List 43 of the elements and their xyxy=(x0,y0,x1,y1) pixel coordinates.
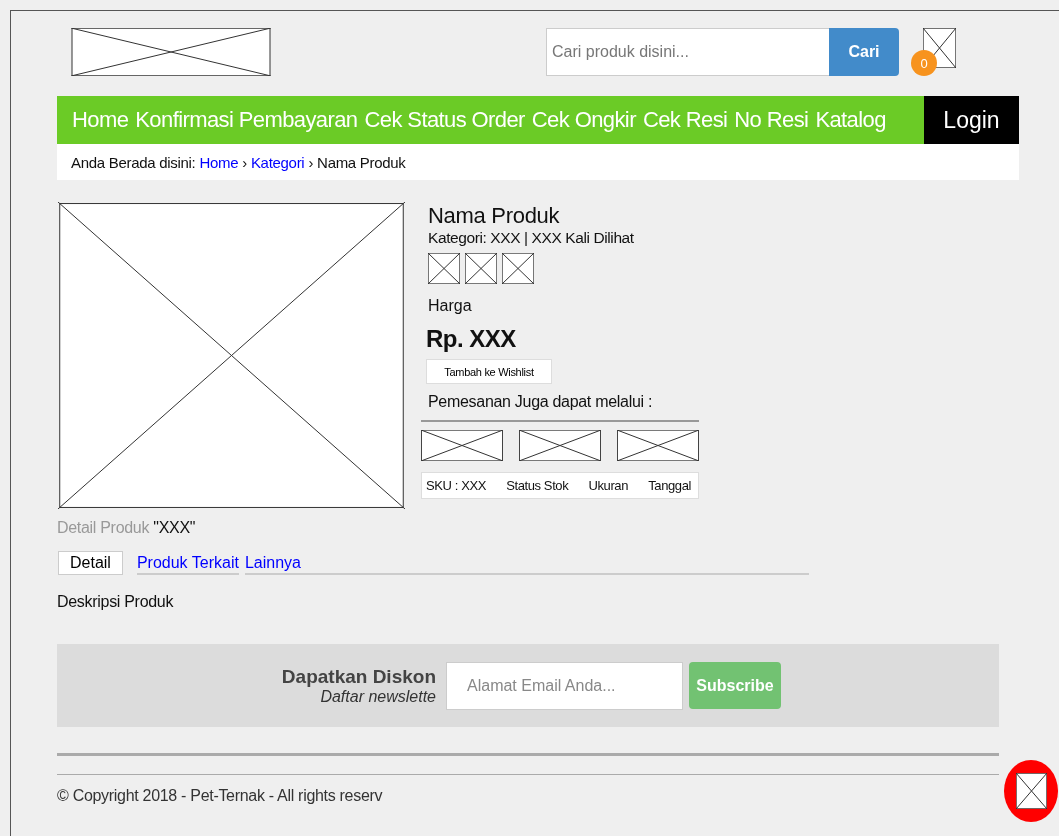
copyright-text: © Copyright 2018 - Pet-Ternak - All rights reserv xyxy=(57,787,384,805)
breadcrumb-separator: › xyxy=(308,153,314,171)
product-meta: Kategori: XXX | XXX Kali Dilihat xyxy=(428,229,635,247)
product-info: SKU : XXX xyxy=(426,478,486,493)
search-button[interactable]: Cari xyxy=(829,28,899,76)
thumbnail-placeholder xyxy=(502,253,534,284)
nav-link[interactable]: Cek Ongkir xyxy=(531,107,636,133)
nav-link[interactable]: No Resi xyxy=(734,107,809,133)
breadcrumb-current: Nama Produk xyxy=(317,153,406,171)
placeholder-icon xyxy=(1015,773,1047,809)
nav-link[interactable]: Katalog xyxy=(815,107,886,133)
tab[interactable]: Lainnya xyxy=(244,554,301,575)
nav-link[interactable]: Konfirmasi Pembayaran xyxy=(135,107,358,133)
breadcrumb-separator: › xyxy=(242,153,247,171)
breadcrumb-link[interactable]: Kategori xyxy=(250,153,305,171)
floating-button[interactable] xyxy=(1004,760,1058,822)
thumbnail-placeholder xyxy=(428,253,460,284)
newsletter-subtitle: Daftar newslette xyxy=(320,687,436,706)
tab[interactable]: Produk Terkait xyxy=(136,554,239,575)
nav-link[interactable]: Cek Resi xyxy=(642,107,728,133)
product-info: Status Stok xyxy=(506,478,569,493)
breadcrumb-link[interactable]: Home xyxy=(199,153,239,171)
order-via-label: Pemesanan Juga dapat melalui : xyxy=(428,393,654,411)
price-label: Harga xyxy=(428,297,473,315)
description-heading: Deskripsi Produk xyxy=(57,593,175,611)
price: Rp. XXX xyxy=(426,325,517,353)
nav-link[interactable]: Home xyxy=(72,107,129,133)
cart-count-badge: 0 xyxy=(911,50,937,76)
email-field[interactable]: Alamat Email Anda... xyxy=(446,661,683,710)
newsletter-title: Dapatkan Diskon xyxy=(281,665,436,688)
detail-value: "XXX" xyxy=(153,519,196,536)
login-button[interactable]: Login xyxy=(924,96,1019,144)
nav-link[interactable]: Cek Status Order xyxy=(364,107,525,133)
tab[interactable]: Detail xyxy=(58,551,123,575)
product-info: Tanggal xyxy=(648,478,691,493)
product-name: Nama Produk xyxy=(428,203,561,229)
breadcrumb-label: Anda Berada disini: xyxy=(71,153,196,171)
wishlist-button[interactable]: Tambah ke Wishlist xyxy=(426,359,552,384)
thumbnail-placeholder xyxy=(465,253,497,284)
subscribe-button[interactable]: Subscribe xyxy=(689,662,781,709)
detail-label: Detail Produk xyxy=(57,519,150,536)
product-info: Ukuran xyxy=(588,478,629,493)
search-field[interactable]: Cari produk disini... xyxy=(546,28,829,76)
